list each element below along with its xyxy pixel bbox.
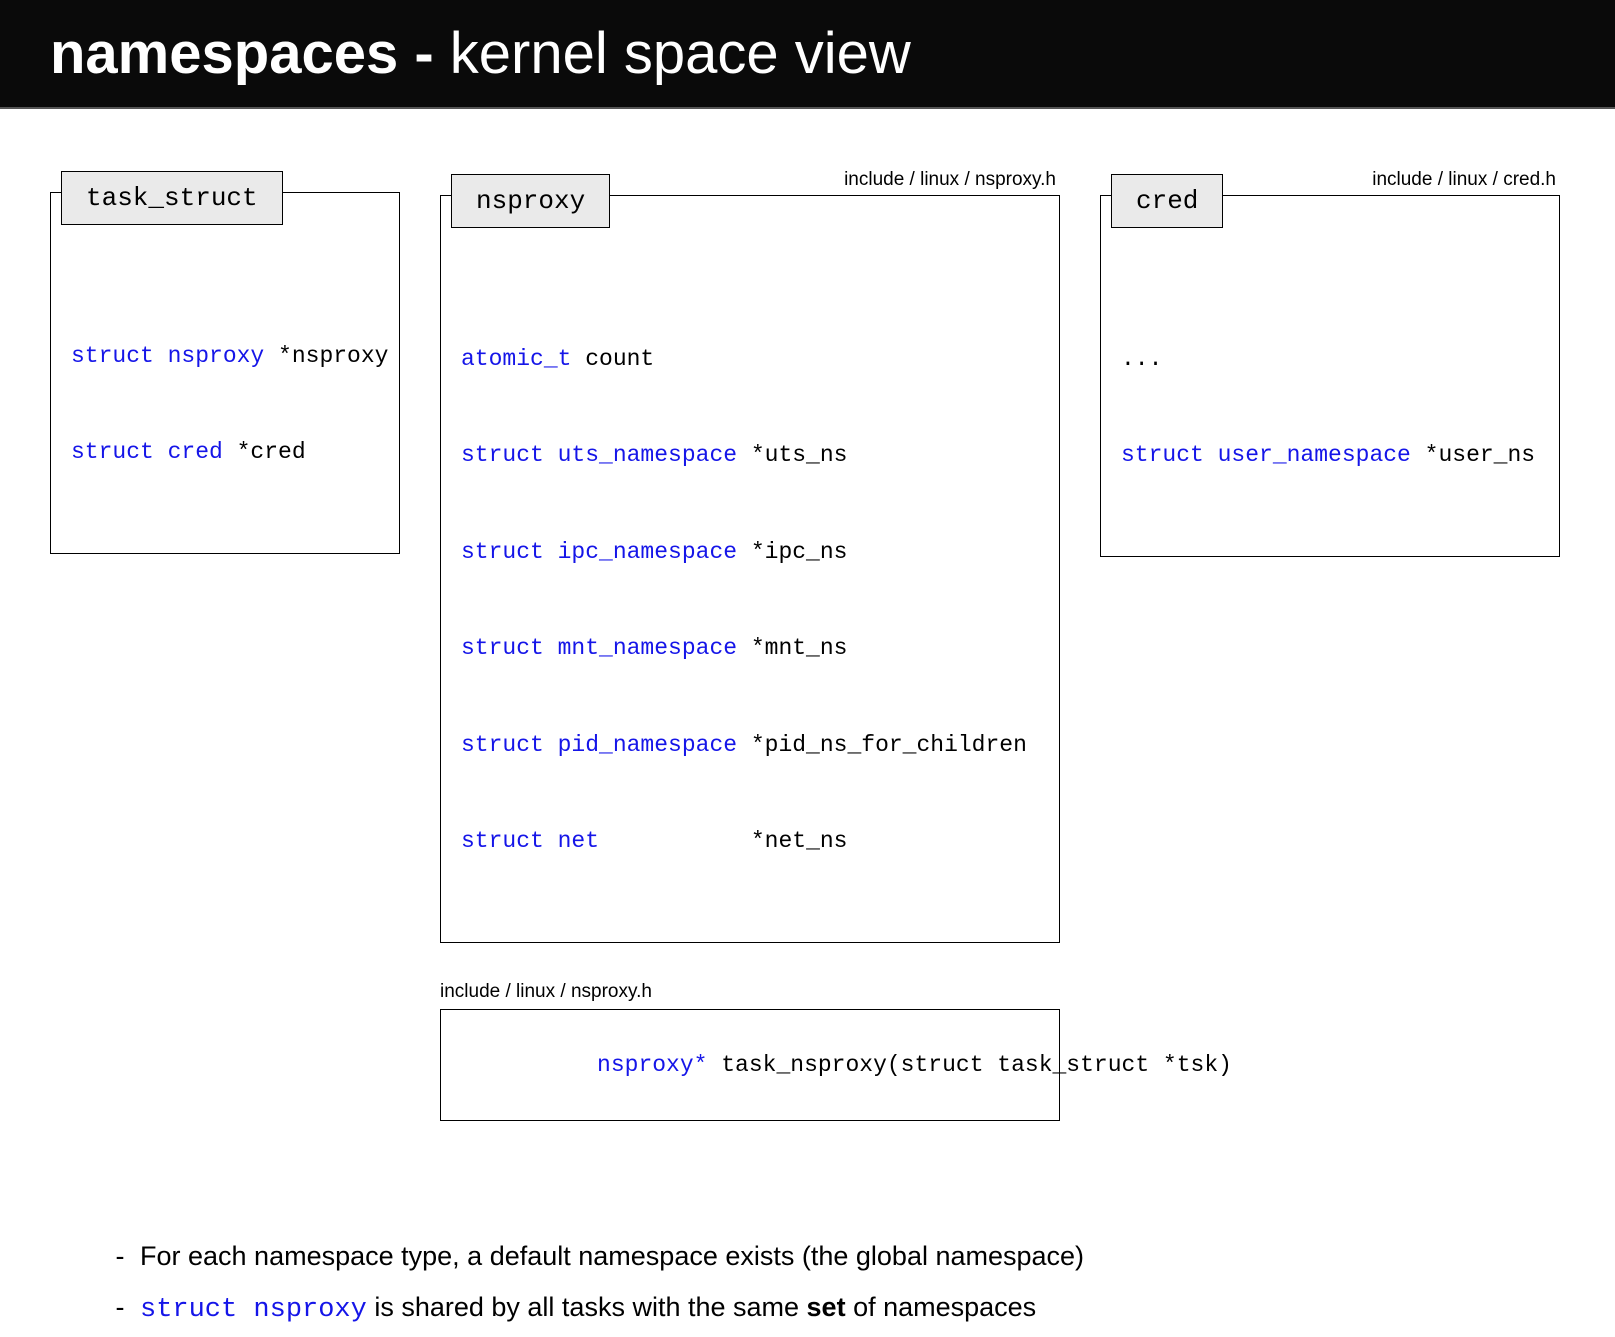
struct-task-line1: struct nsproxy *nsproxy (71, 340, 379, 372)
struct-task-container: task_struct struct nsproxy *nsproxy stru… (50, 169, 400, 554)
struct-task-line2: struct cred *cred (71, 436, 379, 468)
nsproxy-line1: atomic_t count (461, 343, 1039, 375)
func-box: nsproxy* task_nsproxy(struct task_struct… (440, 1009, 1060, 1121)
struct-nsproxy-box: nsproxy atomic_t count struct uts_namesp… (440, 195, 1060, 943)
struct-cred-box: cred ... struct user_namespace *user_ns (1100, 195, 1560, 557)
cred-line2: struct user_namespace *user_ns (1121, 439, 1539, 471)
struct-task-tab: task_struct (61, 171, 283, 225)
struct-nsproxy-container: include / linux / nsproxy.h nsproxy atom… (440, 169, 1060, 943)
func-section: include / linux / nsproxy.h nsproxy* tas… (440, 981, 1060, 1121)
bullet-2: - struct nsproxy is shared by all tasks … (100, 1282, 1565, 1336)
struct-nsproxy-tab: nsproxy (451, 174, 610, 228)
bullet-dash-icon: - (100, 1231, 140, 1282)
slide-content: task_struct struct nsproxy *nsproxy stru… (0, 109, 1615, 1337)
struct-task-box: task_struct struct nsproxy *nsproxy stru… (50, 192, 400, 554)
bullet-1: - For each namespace type, a default nam… (100, 1231, 1565, 1282)
func-path: include / linux / nsproxy.h (440, 981, 1060, 1003)
bullet-2-text: struct nsproxy is shared by all tasks wi… (140, 1282, 1036, 1336)
func-rest: task_nsproxy(struct task_struct *tsk) (707, 1052, 1232, 1078)
nsproxy-line6: struct net *net_ns (461, 825, 1039, 857)
cred-line1: ... (1121, 343, 1539, 375)
bullet-1-text: For each namespace type, a default names… (140, 1231, 1084, 1282)
func-kw: nsproxy* (597, 1052, 707, 1078)
bullet-dash-icon: - (100, 1282, 140, 1333)
struct-cred-tab: cred (1111, 174, 1223, 228)
nsproxy-line2: struct uts_namespace *uts_ns (461, 439, 1039, 471)
struct-cred-container: include / linux / cred.h cred ... struct… (1100, 169, 1560, 557)
nsproxy-line3: struct ipc_namespace *ipc_ns (461, 536, 1039, 568)
bullet-list: - For each namespace type, a default nam… (100, 1231, 1565, 1337)
slide-title: namespaces - kernel space view (0, 0, 1615, 109)
title-normal: kernel space view (434, 21, 911, 86)
title-bold: namespaces - (50, 21, 434, 86)
nsproxy-line5: struct pid_namespace *pid_ns_for_childre… (461, 729, 1039, 761)
nsproxy-line4: struct mnt_namespace *mnt_ns (461, 632, 1039, 664)
